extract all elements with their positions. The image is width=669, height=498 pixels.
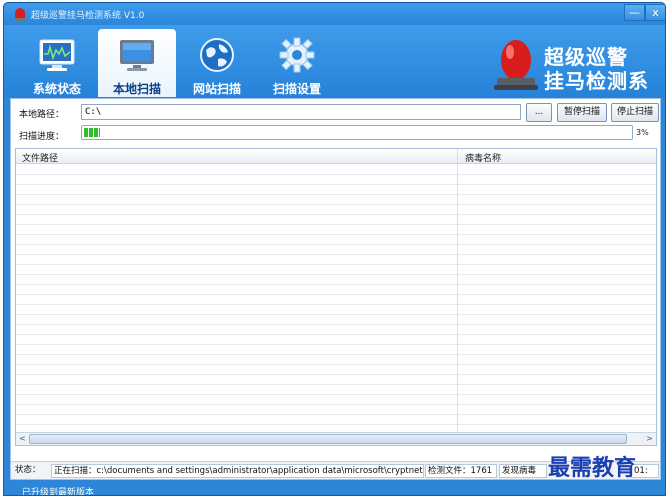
minimize-button[interactable]: — bbox=[624, 4, 645, 21]
watermark-text: 最需教育 bbox=[548, 455, 637, 481]
column-header-file-path[interactable]: 文件路径 bbox=[22, 151, 58, 164]
gear-icon bbox=[279, 37, 315, 73]
scan-progress-bar bbox=[81, 125, 633, 140]
progress-label: 扫描进度： bbox=[19, 132, 65, 142]
tab-scan-settings-label: 扫描设置 bbox=[272, 82, 321, 96]
tab-website-scan[interactable]: 网站扫描 bbox=[178, 29, 256, 97]
results-table: 文件路径 病毒名称 < > bbox=[15, 148, 657, 446]
stop-scan-button[interactable]: 停止扫描 bbox=[611, 103, 659, 122]
local-scan-panel: 本地路径： ... 暂停扫描 停止扫描 扫描进度： 3% 文件路径 病毒名称 <… bbox=[10, 98, 661, 480]
column-divider bbox=[457, 149, 458, 445]
path-label: 本地路径： bbox=[19, 110, 65, 120]
siren-app-icon bbox=[15, 8, 25, 21]
title-bar: 超级巡警挂马检测系统 V1.0 — x bbox=[4, 3, 665, 25]
status-virus-found: 发现病毒 bbox=[499, 464, 547, 478]
app-window: 超级巡警挂马检测系统 V1.0 — x 系统状态 本地扫描 网站扫描 扫描设置 … bbox=[3, 2, 666, 496]
path-input[interactable] bbox=[81, 104, 521, 120]
pause-scan-button[interactable]: 暂停扫描 bbox=[557, 103, 607, 122]
main-toolbar: 系统状态 本地扫描 网站扫描 扫描设置 超级巡警 挂马检测系 bbox=[4, 25, 665, 122]
tab-local-scan-label: 本地扫描 bbox=[112, 82, 161, 96]
progress-percent: 3% bbox=[636, 128, 649, 137]
horizontal-scrollbar[interactable]: < > bbox=[16, 432, 656, 445]
tab-local-scan[interactable]: 本地扫描 bbox=[98, 29, 176, 97]
globe-icon bbox=[200, 38, 234, 72]
browse-button[interactable]: ... bbox=[526, 103, 552, 122]
close-button[interactable]: x bbox=[645, 4, 665, 21]
table-header: 文件路径 病毒名称 bbox=[16, 149, 656, 164]
scroll-left-arrow[interactable]: < bbox=[16, 433, 29, 445]
monitor-chart-icon bbox=[39, 39, 75, 71]
status-scanning-path: 正在扫描：c:\documents and settings\administr… bbox=[51, 464, 424, 478]
tab-system-status-label: 系统状态 bbox=[32, 82, 81, 96]
tab-system-status[interactable]: 系统状态 bbox=[18, 29, 96, 97]
scroll-right-arrow[interactable]: > bbox=[643, 433, 656, 445]
window-title: 超级巡警挂马检测系统 V1.0 bbox=[31, 11, 145, 21]
footer-update-status: 已升级到最新版本 bbox=[22, 488, 95, 496]
table-rows bbox=[16, 165, 656, 433]
status-files-checked: 检测文件：1761 bbox=[425, 464, 497, 478]
computer-monitor-icon bbox=[120, 40, 154, 71]
tab-website-scan-label: 网站扫描 bbox=[192, 82, 241, 96]
tab-scan-settings[interactable]: 扫描设置 bbox=[258, 29, 336, 97]
column-header-virus-name[interactable]: 病毒名称 bbox=[465, 151, 501, 164]
scan-progress-fill bbox=[84, 128, 101, 137]
siren-icon bbox=[494, 40, 538, 90]
scrollbar-thumb[interactable] bbox=[29, 434, 627, 444]
status-label: 状态： bbox=[15, 465, 41, 475]
